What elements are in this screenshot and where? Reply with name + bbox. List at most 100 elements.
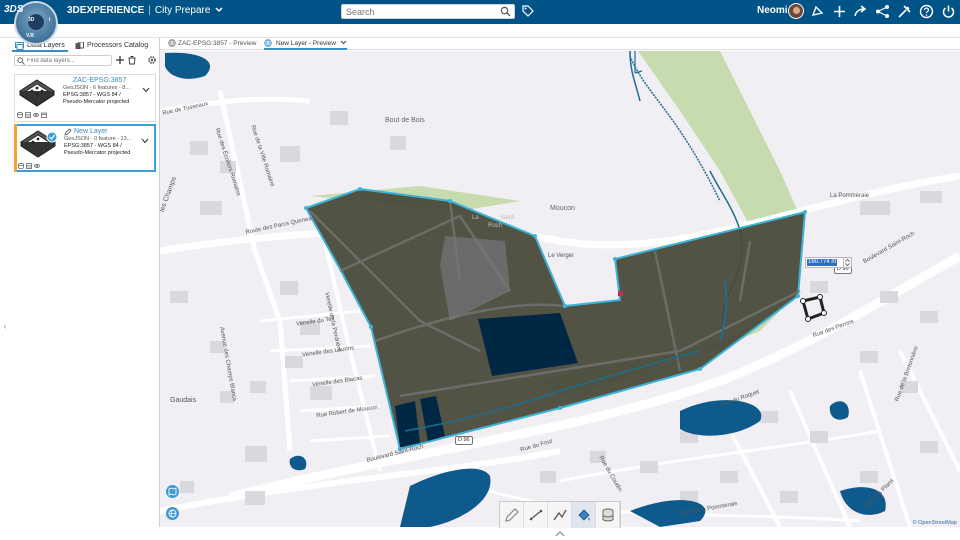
layer-projection: Pseudo-Mercator projected — [63, 99, 130, 105]
road-badge: D 96 — [455, 436, 473, 445]
map-attribution[interactable]: © OpenStreetMap — [913, 520, 957, 526]
find-layers-box[interactable] — [14, 55, 112, 66]
map-canvas[interactable] — [160, 51, 960, 527]
layer-crs: EPSG:3857 - WGS 84 / — [63, 92, 121, 98]
transform-handle[interactable] — [800, 294, 827, 322]
chevron-down-icon[interactable] — [340, 40, 347, 45]
search-box[interactable] — [341, 4, 515, 19]
layer-projection: Pseudo-Mercator projected — [64, 150, 131, 156]
app-title[interactable]: 3DEXPERIENCE | City Prepare — [67, 5, 223, 16]
layer-subtitle: GeoJSON - 0 feature - 13... — [64, 136, 132, 142]
table-icon[interactable] — [25, 112, 31, 118]
layer-card-new-layer[interactable]: New Layer GeoJSON - 0 feature - 13... EP… — [14, 124, 156, 172]
trash-icon[interactable] — [127, 55, 137, 65]
pencil-icon — [505, 508, 519, 522]
layer-selected-marker — [14, 124, 17, 172]
search-input[interactable] — [342, 5, 492, 18]
database-icon[interactable] — [17, 112, 23, 118]
app-name: City Prepare — [154, 5, 211, 16]
measure-tool[interactable] — [524, 502, 548, 528]
brand-bold: 3D — [67, 5, 80, 16]
drawing-toolbar — [499, 501, 621, 528]
layers-icon — [15, 42, 24, 50]
ds-logo: 3DS — [4, 4, 24, 15]
map-settings-button[interactable] — [166, 507, 179, 520]
map-label: Saint- — [500, 215, 516, 221]
left-panel: ‹ Data Layers Processors Catalog ZAC-EPS… — [0, 38, 160, 540]
map-tabs: ZAC-EPSG:3857 - Preview New Layer - Prev… — [160, 38, 960, 50]
tab-zac-preview[interactable]: ZAC-EPSG:3857 - Preview — [168, 39, 256, 50]
search-icon — [17, 57, 25, 65]
map-label: La — [472, 215, 479, 221]
tools-icon[interactable] — [897, 4, 912, 19]
compass-label-3d: 3D — [28, 17, 35, 23]
chevron-down-icon[interactable] — [141, 138, 149, 144]
paint-tool[interactable] — [572, 502, 596, 528]
distance-value[interactable]: 160.774 m — [807, 259, 838, 266]
vertex-marker[interactable] — [618, 291, 623, 296]
avatar[interactable] — [788, 3, 804, 19]
distance-input[interactable]: 160.774 m — [805, 257, 845, 268]
chevron-down-icon[interactable] — [215, 7, 223, 13]
help-icon[interactable] — [919, 4, 934, 19]
layer-title[interactable]: New Layer — [74, 128, 107, 135]
polyline-icon — [553, 509, 567, 521]
table-icon[interactable] — [26, 163, 32, 169]
layer-actions — [17, 112, 47, 119]
user-name[interactable]: Neomi — [757, 5, 788, 16]
line-tool[interactable] — [548, 502, 572, 528]
pencil-icon[interactable] — [64, 128, 72, 136]
road — [718, 350, 960, 527]
add-layer-icon[interactable] — [115, 55, 125, 65]
map-view[interactable]: Bout de Bois Moucon Le Verger La Pommera… — [160, 51, 960, 527]
tab-processors-catalog[interactable]: Processors Catalog — [72, 40, 152, 52]
compass-label-i: i — [49, 17, 51, 23]
layer-actions — [18, 163, 40, 170]
top-bar: 3DS 3DEXPERIENCE|City Prepare Neomi — [0, 0, 960, 24]
power-icon[interactable] — [941, 4, 956, 19]
search-icon[interactable] — [500, 6, 511, 17]
map-label: Le Verger — [548, 253, 575, 259]
measure-icon — [529, 509, 543, 521]
database-icon — [602, 508, 614, 522]
tab-new-layer-preview[interactable]: New Layer - Preview — [264, 39, 347, 50]
layer-thumbnail — [20, 130, 58, 158]
collapse-panel-icon[interactable]: ‹ — [0, 321, 10, 331]
map-label: Gaudais — [170, 397, 197, 404]
globe-settings-icon — [168, 509, 177, 518]
stepper-arrows-icon[interactable] — [844, 258, 851, 267]
globe-icon — [168, 39, 176, 47]
eye-icon[interactable] — [34, 163, 40, 169]
map-label: Bout de Bois — [385, 117, 425, 124]
layer-card-zac[interactable]: ZAC-EPSG:3857 GeoJSON - 6 features - 8..… — [14, 74, 156, 122]
distance-stepper[interactable] — [843, 257, 852, 268]
layer-title[interactable]: ZAC-EPSG:3857 — [73, 77, 126, 84]
pencil-tool[interactable] — [500, 502, 524, 528]
eye-icon[interactable] — [33, 112, 39, 118]
map-label: La Pommeraie — [830, 193, 870, 199]
layer-subtitle: GeoJSON - 6 features - 8... — [63, 85, 130, 91]
network-icon[interactable] — [875, 4, 890, 19]
layer-crs: EPSG:3857 - WGS 84 / — [64, 143, 122, 149]
database-icon[interactable] — [18, 163, 24, 169]
tab-processors-catalog-label: Processors Catalog — [87, 42, 149, 49]
globe-icon — [264, 39, 272, 47]
map-layers-button[interactable] — [166, 485, 179, 498]
find-layers-input[interactable] — [27, 56, 111, 65]
database-tool[interactable] — [596, 502, 620, 528]
gear-icon[interactable] — [147, 55, 157, 65]
share-arrow-icon[interactable] — [853, 4, 868, 19]
paint-bucket-icon — [578, 509, 590, 521]
map-label: Roch — [488, 223, 503, 229]
tab-zac-preview-label: ZAC-EPSG:3857 - Preview — [178, 40, 257, 47]
road — [160, 172, 960, 255]
plus-icon[interactable] — [832, 4, 847, 19]
sub-strip — [0, 24, 960, 38]
share-chat-icon[interactable] — [810, 4, 825, 19]
catalog-icon — [75, 42, 84, 49]
tag-icon[interactable] — [522, 5, 534, 17]
chevron-up-icon[interactable] — [555, 530, 565, 538]
chevron-down-icon[interactable] — [142, 87, 150, 93]
compass-label-vr: V.R — [26, 33, 34, 39]
calendar-icon[interactable] — [41, 112, 47, 118]
